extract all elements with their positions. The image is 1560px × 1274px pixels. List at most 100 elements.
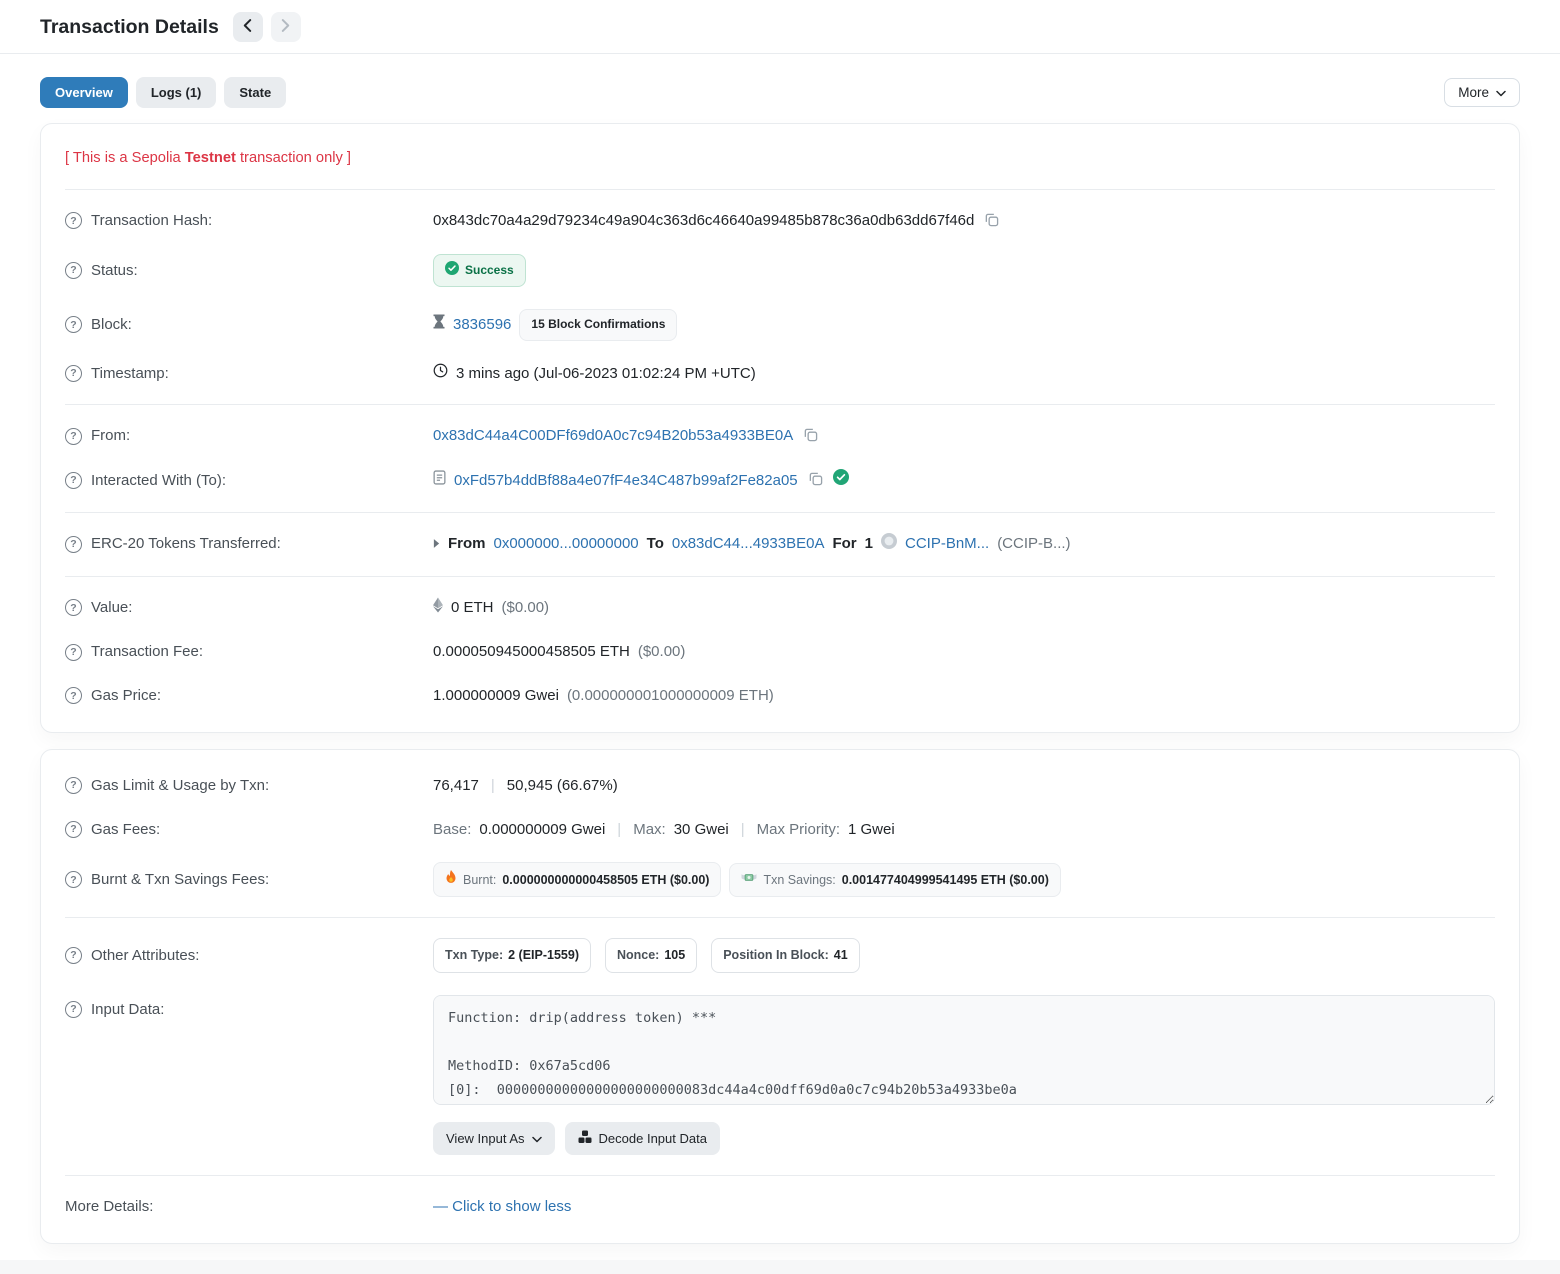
decode-input-data-button[interactable]: Decode Input Data	[565, 1122, 720, 1155]
help-icon[interactable]: ?	[65, 644, 82, 661]
position-in-block-badge: Position In Block: 41	[711, 938, 859, 972]
chevron-down-icon	[532, 1131, 542, 1146]
show-less-text: Click to show less	[452, 1198, 571, 1215]
gas-fees-label-group: ? Gas Fees:	[65, 819, 433, 841]
to-address-link[interactable]: 0xFd57b4ddBf88a4e07fF4e34C487b99af2Fe82a…	[454, 470, 798, 492]
input-data-textarea[interactable]: Function: drip(address token) *** Method…	[433, 995, 1495, 1105]
tabs: Overview Logs (1) State	[40, 77, 286, 108]
row-block: ? Block: 3836596 15 Block Confirmations	[65, 298, 1495, 351]
divider	[65, 189, 1495, 190]
value-label: Value:	[91, 597, 132, 619]
caret-right-icon[interactable]	[433, 533, 440, 555]
gas-limit-label: Gas Limit & Usage by Txn:	[91, 775, 269, 797]
erc20-amount: 1	[865, 533, 873, 555]
show-less-link[interactable]: — Click to show less	[433, 1196, 571, 1218]
block-confirmations-badge: 15 Block Confirmations	[519, 309, 677, 340]
transaction-fee-usd: ($0.00)	[638, 641, 686, 663]
help-icon[interactable]: ?	[65, 599, 82, 616]
help-icon[interactable]: ?	[65, 428, 82, 445]
chevron-right-icon	[281, 19, 290, 35]
other-attributes-label: Other Attributes:	[91, 945, 199, 967]
input-data-label-group: ? Input Data:	[65, 995, 433, 1021]
help-icon[interactable]: ?	[65, 687, 82, 704]
tab-state[interactable]: State	[224, 77, 286, 108]
row-value: ? Value: 0 ETH ($0.00)	[65, 586, 1495, 631]
row-timestamp: ? Timestamp: 3 mins ago (Jul-06-2023 01:…	[65, 352, 1495, 396]
gas-fees-max-priority-label: Max Priority:	[757, 819, 840, 841]
testnet-notice: [ This is a Sepolia Testnet transaction …	[65, 138, 1495, 180]
block-label-group: ? Block:	[65, 314, 433, 336]
page-background-strip	[0, 1260, 1560, 1274]
chevron-left-icon	[243, 19, 252, 35]
txn-type-badge: Txn Type: 2 (EIP-1559)	[433, 938, 591, 972]
copy-to-address-button[interactable]	[806, 471, 825, 489]
row-more-details: More Details: — Click to show less	[65, 1185, 1495, 1229]
help-icon[interactable]: ?	[65, 262, 82, 279]
row-gas-fees: ? Gas Fees: Base: 0.000000009 Gwei | Max…	[65, 808, 1495, 852]
erc20-token-symbol: (CCIP-B...)	[997, 533, 1070, 555]
testnet-notice-bold: Testnet	[185, 150, 236, 166]
interacted-with-label-group: ? Interacted With (To):	[65, 470, 433, 492]
nonce-badge: Nonce: 105	[605, 938, 697, 972]
help-icon[interactable]: ?	[65, 777, 82, 794]
help-icon[interactable]: ?	[65, 947, 82, 964]
txn-savings-key: Txn Savings:	[763, 871, 835, 889]
row-gas-limit: ? Gas Limit & Usage by Txn: 76,417 | 50,…	[65, 764, 1495, 808]
gas-fees-base-label: Base:	[433, 819, 471, 841]
money-wings-icon	[741, 871, 757, 889]
row-burnt-fees: ? Burnt & Txn Savings Fees: Burnt: 0.000…	[65, 851, 1495, 908]
more-dropdown-button[interactable]: More	[1444, 78, 1520, 107]
burnt-key: Burnt:	[463, 871, 496, 889]
gas-price-label-group: ? Gas Price:	[65, 685, 433, 707]
input-data-label: Input Data:	[91, 999, 164, 1021]
testnet-notice-suffix: transaction only ]	[236, 150, 351, 166]
help-icon[interactable]: ?	[65, 365, 82, 382]
verified-check-circle-icon	[833, 469, 849, 492]
txn-type-value: 2 (EIP-1559)	[508, 946, 579, 964]
gas-fees-label: Gas Fees:	[91, 819, 160, 841]
copy-from-address-button[interactable]	[801, 427, 820, 445]
status-label-group: ? Status:	[65, 260, 433, 282]
flame-icon	[445, 870, 457, 889]
clock-icon	[433, 363, 448, 385]
previous-transaction-button[interactable]	[233, 12, 263, 42]
erc20-token-link[interactable]: CCIP-BnM...	[905, 533, 989, 555]
burnt-fees-label-group: ? Burnt & Txn Savings Fees:	[65, 869, 433, 891]
erc20-from-word: From	[448, 533, 486, 555]
from-label-group: ? From:	[65, 425, 433, 447]
help-icon[interactable]: ?	[65, 212, 82, 229]
row-erc20-transfers: ? ERC-20 Tokens Transferred: From 0x0000…	[65, 522, 1495, 567]
position-value: 41	[834, 946, 848, 964]
help-icon[interactable]: ?	[65, 871, 82, 888]
view-input-as-button[interactable]: View Input As	[433, 1122, 555, 1155]
from-address-link[interactable]: 0x83dC44a4C00DFf69d0A0c7c94B20b53a4933BE…	[433, 425, 793, 447]
help-icon[interactable]: ?	[65, 1001, 82, 1018]
row-input-data: ? Input Data: Function: drip(address tok…	[65, 984, 1495, 1167]
erc20-for-word: For	[832, 533, 856, 555]
timestamp-label-group: ? Timestamp:	[65, 363, 433, 385]
divider	[65, 576, 1495, 577]
status-label: Status:	[91, 260, 138, 282]
help-icon[interactable]: ?	[65, 536, 82, 553]
value-usd: ($0.00)	[502, 597, 550, 619]
transaction-hash-value: 0x843dc70a4a29d79234c49a904c363d6c46640a…	[433, 210, 974, 232]
burnt-badge: Burnt: 0.000000000000458505 ETH ($0.00)	[433, 862, 721, 897]
copy-transaction-hash-button[interactable]	[982, 212, 1001, 230]
more-details-label: More Details:	[65, 1196, 433, 1218]
gas-fees-max-priority-value: 1 Gwei	[848, 819, 895, 841]
help-icon[interactable]: ?	[65, 472, 82, 489]
timestamp-value: 3 mins ago (Jul-06-2023 01:02:24 PM +UTC…	[456, 363, 756, 385]
separator: |	[487, 775, 499, 797]
tab-logs[interactable]: Logs (1)	[136, 77, 217, 108]
tab-overview[interactable]: Overview	[40, 77, 128, 108]
testnet-notice-prefix: [ This is a Sepolia	[65, 150, 185, 166]
block-number-link[interactable]: 3836596	[453, 314, 511, 336]
tabs-row: Overview Logs (1) State More	[40, 77, 1520, 108]
row-from: ? From: 0x83dC44a4C00DFf69d0A0c7c94B20b5…	[65, 414, 1495, 458]
erc20-from-address-link[interactable]: 0x000000...00000000	[494, 533, 639, 555]
help-icon[interactable]: ?	[65, 821, 82, 838]
erc20-to-address-link[interactable]: 0x83dC44...4933BE0A	[672, 533, 825, 555]
help-icon[interactable]: ?	[65, 316, 82, 333]
next-transaction-button[interactable]	[271, 12, 301, 42]
chevron-down-icon	[1496, 85, 1506, 100]
